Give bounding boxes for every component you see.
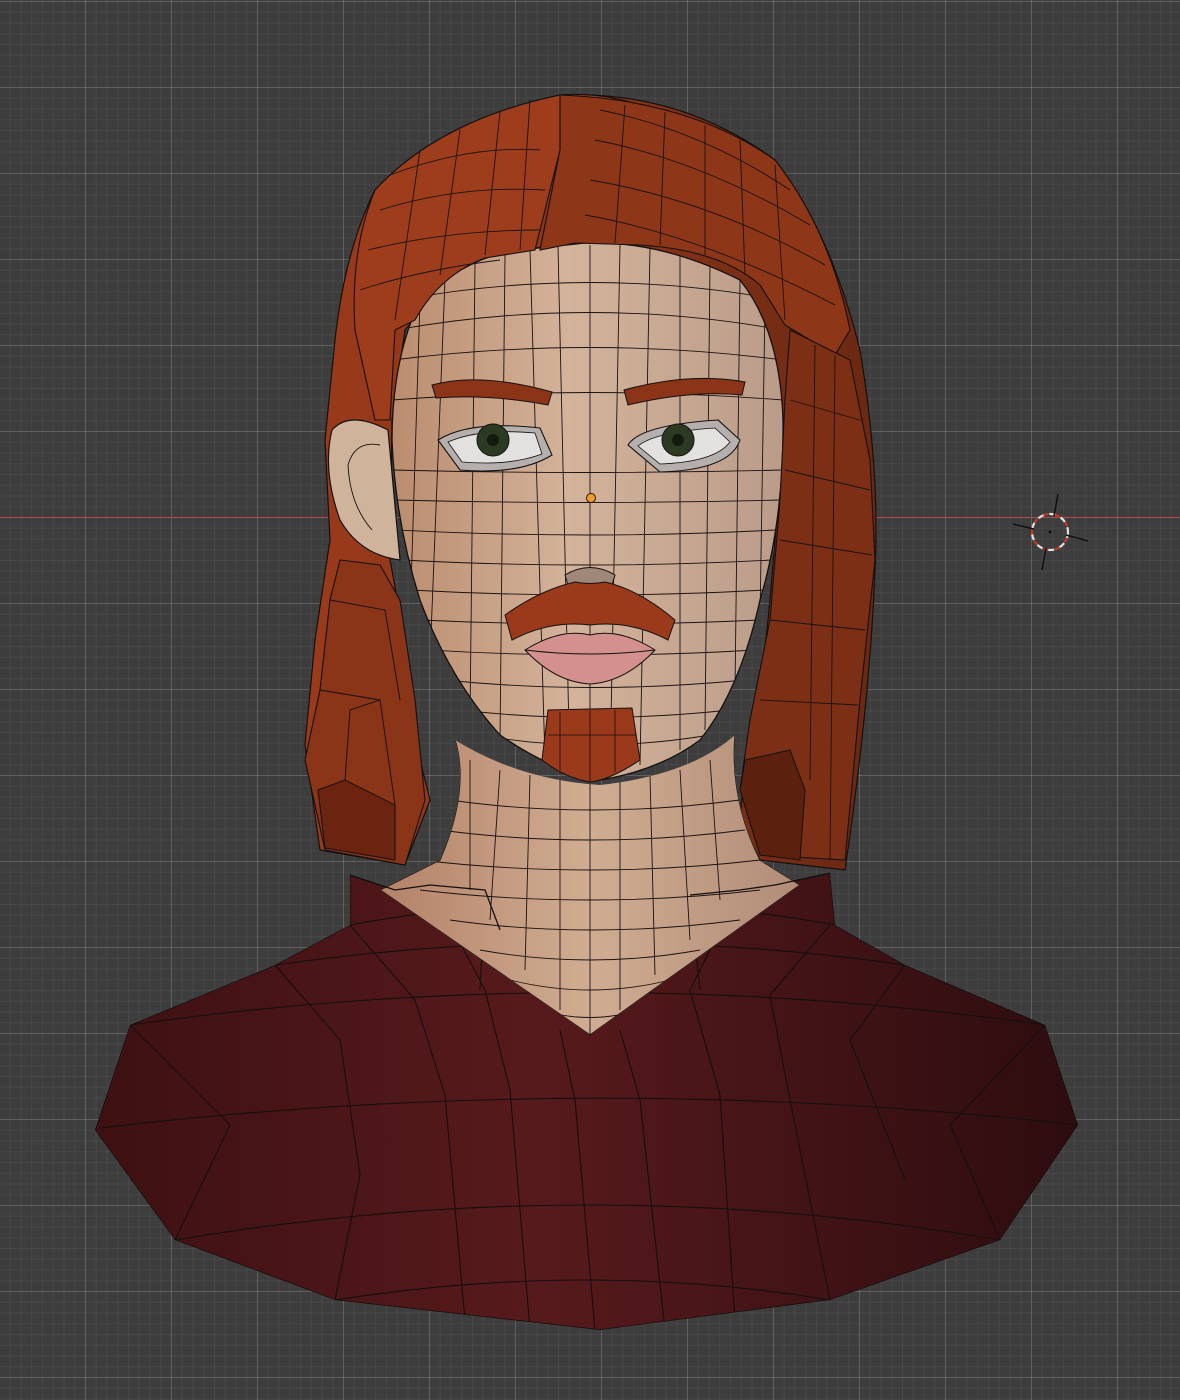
character-bust-mesh[interactable] xyxy=(0,0,1180,1400)
origin-point-icon[interactable] xyxy=(586,493,596,503)
3d-viewport[interactable] xyxy=(0,0,1180,1400)
3d-cursor-icon[interactable] xyxy=(1010,492,1090,572)
